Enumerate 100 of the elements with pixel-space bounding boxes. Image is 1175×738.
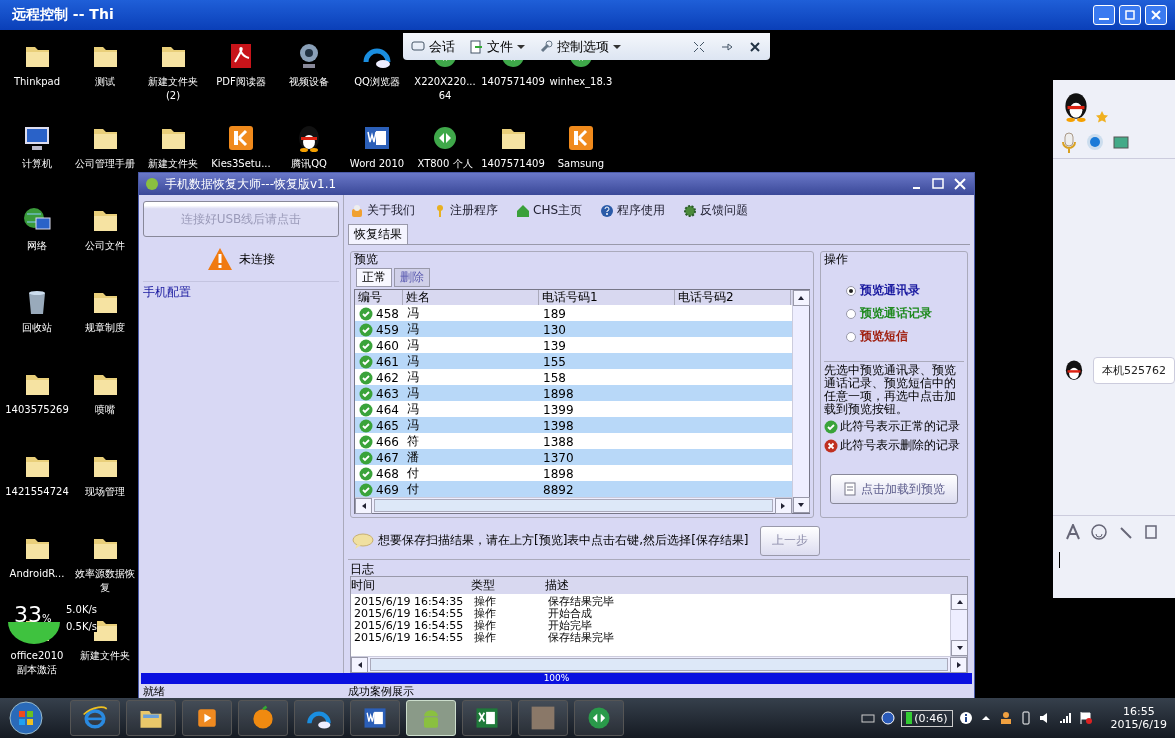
desktop-icon-label[interactable]: 喷嘴 xyxy=(72,403,138,417)
keyboard-icon[interactable] xyxy=(861,711,876,725)
screen-icon[interactable] xyxy=(1113,135,1129,151)
desktop-icon-label[interactable]: 视频设备 xyxy=(276,75,342,89)
taskbar-button[interactable] xyxy=(238,700,288,736)
taskbar-button[interactable] xyxy=(126,700,176,736)
desktop-icon-label[interactable]: AndroidR... xyxy=(4,567,70,581)
desktop-icon-label[interactable]: 新建文件夹 xyxy=(72,649,138,663)
column-header[interactable]: 类型 xyxy=(471,577,545,594)
desktop-icon-label[interactable]: office2010 副本激活 xyxy=(4,649,70,677)
battery-indicator[interactable]: (0:46) xyxy=(901,709,953,727)
emoji-icon[interactable] xyxy=(1091,524,1107,540)
desktop-icon-label[interactable]: XT800 个人 xyxy=(412,157,478,171)
desktop-icon-label[interactable]: 1403575269 xyxy=(4,403,70,417)
taskbar-button[interactable] xyxy=(182,700,232,736)
desktop-icon-label[interactable]: 腾讯QQ xyxy=(276,157,342,171)
table-row[interactable]: 464 冯 1399 xyxy=(355,401,792,418)
clock[interactable]: 16:55 2015/6/19 xyxy=(1110,705,1167,731)
table-row[interactable]: 459 冯 130 xyxy=(355,321,792,338)
desktop-icon-label[interactable]: 公司管理手册 xyxy=(72,157,138,171)
table-cell-text: 155 xyxy=(542,354,567,369)
taskbar-button[interactable] xyxy=(462,700,512,736)
column-header[interactable]: 姓名 xyxy=(403,290,539,306)
desktop-icon-label[interactable]: QQ浏览器 xyxy=(344,75,410,89)
tab[interactable]: 恢复结果 xyxy=(348,224,408,245)
desktop-icon-label[interactable]: 公司文件 xyxy=(72,239,138,253)
load-preview-button[interactable]: 点击加载到预览 xyxy=(829,474,958,505)
help-icon[interactable] xyxy=(881,711,896,725)
start-button[interactable] xyxy=(6,700,46,736)
desktop-icon-label[interactable]: 测试 xyxy=(72,75,138,89)
table-cell-text: 2015/6/19 16:54:55 xyxy=(353,608,465,620)
flag-icon[interactable] xyxy=(1078,711,1093,725)
table-row[interactable]: 467 潘 1370 xyxy=(355,449,792,466)
table-row[interactable]: 469 付 8892 xyxy=(355,481,792,498)
column-header[interactable]: 时间 xyxy=(351,577,471,594)
webcam-icon[interactable] xyxy=(1085,133,1105,153)
desktop-icon-label[interactable]: 1407571409 xyxy=(480,157,546,171)
desktop-icon-label[interactable]: winhex_18.3 xyxy=(548,75,614,89)
desktop-icon-label[interactable]: 现场管理 xyxy=(72,485,138,499)
toolbar-button[interactable]: CHS主页 xyxy=(516,202,583,220)
vertical-scrollbar[interactable] xyxy=(950,594,967,656)
desktop-icon-label[interactable]: X220X220... 64 xyxy=(412,75,478,103)
toolbar-menu[interactable]: 控制选项 xyxy=(539,37,621,56)
table-row[interactable]: 460 冯 139 xyxy=(355,337,792,354)
screenshot-icon[interactable] xyxy=(1143,524,1159,540)
maximize-button[interactable] xyxy=(1119,5,1141,25)
column-header[interactable]: 描述 xyxy=(545,577,967,594)
table-row[interactable]: 468 付 1898 xyxy=(355,465,792,482)
table-row[interactable]: 458 冯 189 xyxy=(355,305,792,322)
horizontal-scrollbar[interactable] xyxy=(355,497,792,514)
table-row[interactable]: 462 冯 158 xyxy=(355,369,792,386)
chat-icon xyxy=(411,39,425,54)
close-button[interactable] xyxy=(1145,5,1167,25)
desktop-icon-label[interactable]: Samsung xyxy=(548,157,614,171)
close-icon[interactable] xyxy=(748,39,762,54)
desktop-icon-label[interactable]: Kies3Setu... xyxy=(208,157,274,171)
taskbar-button[interactable] xyxy=(294,700,344,736)
table-row[interactable]: 461 冯 155 xyxy=(355,353,792,370)
toolbar-button[interactable]: 反馈问题 xyxy=(683,202,749,220)
desktop-icon-label[interactable]: PDF阅读器 xyxy=(208,75,274,89)
desktop-icon-label[interactable]: 新建文件夹 (2) xyxy=(140,75,206,103)
table-row[interactable]: 465 冯 1398 xyxy=(355,417,792,434)
table-cell-text: 2015/6/19 16:54:55 xyxy=(353,632,465,644)
desktop-icon-label[interactable]: 1421554724 xyxy=(4,485,70,499)
minimize-button[interactable] xyxy=(1093,5,1115,25)
column-header[interactable]: 电话号码1 xyxy=(539,290,675,306)
desktop-icon-label[interactable]: 效率源数据恢复 xyxy=(72,567,138,595)
taskbar-button[interactable] xyxy=(350,700,400,736)
resize-icon[interactable] xyxy=(692,39,706,54)
radio-option[interactable]: 预览通讯录 xyxy=(845,282,964,300)
table-row[interactable]: 463 冯 1898 xyxy=(355,385,792,402)
toolbar-button[interactable]: 程序使用 xyxy=(600,202,666,220)
desktop-icon-label[interactable]: 新建文件夹 xyxy=(140,157,206,171)
desktop-icon-label[interactable]: Thinkpad xyxy=(4,75,70,89)
column-header[interactable]: 电话号码2 xyxy=(675,290,791,306)
desktop-icon-label[interactable]: 网络 xyxy=(4,239,70,253)
toolbar-menu[interactable]: 文件 xyxy=(469,37,525,56)
desktop-icon-label[interactable]: 回收站 xyxy=(4,321,70,335)
horizontal-scrollbar[interactable] xyxy=(351,656,967,672)
desktop-icon-label[interactable]: 1407571409 xyxy=(480,75,546,89)
desktop-icon-label[interactable]: 计算机 xyxy=(4,157,70,171)
taskbar-button[interactable] xyxy=(574,700,624,736)
maximize-button[interactable] xyxy=(930,176,946,192)
desktop-icon-label[interactable]: 规章制度 xyxy=(72,321,138,335)
table-row[interactable]: 466 符 1388 xyxy=(355,433,792,450)
font-icon[interactable] xyxy=(1065,524,1081,540)
column-header[interactable]: 编号 xyxy=(355,290,403,306)
desktop-icon-label[interactable]: Word 2010 xyxy=(344,157,410,171)
info-icon[interactable] xyxy=(958,711,973,725)
toolbar-button[interactable]: 关于我们 xyxy=(350,202,415,220)
magic-wand-icon[interactable] xyxy=(1117,524,1133,540)
signal-icon[interactable] xyxy=(1058,711,1073,725)
radio-option[interactable]: 预览短信 xyxy=(845,328,964,346)
tab[interactable]: 删除 xyxy=(394,268,430,288)
toolbar-menu[interactable]: 会话 xyxy=(411,37,455,56)
vertical-scrollbar[interactable] xyxy=(791,290,809,514)
close-button[interactable] xyxy=(952,176,968,192)
toolbar-button[interactable]: 注册程序 xyxy=(433,202,498,220)
person-icon[interactable] xyxy=(998,711,1013,725)
tab[interactable]: 正常 xyxy=(356,268,392,288)
